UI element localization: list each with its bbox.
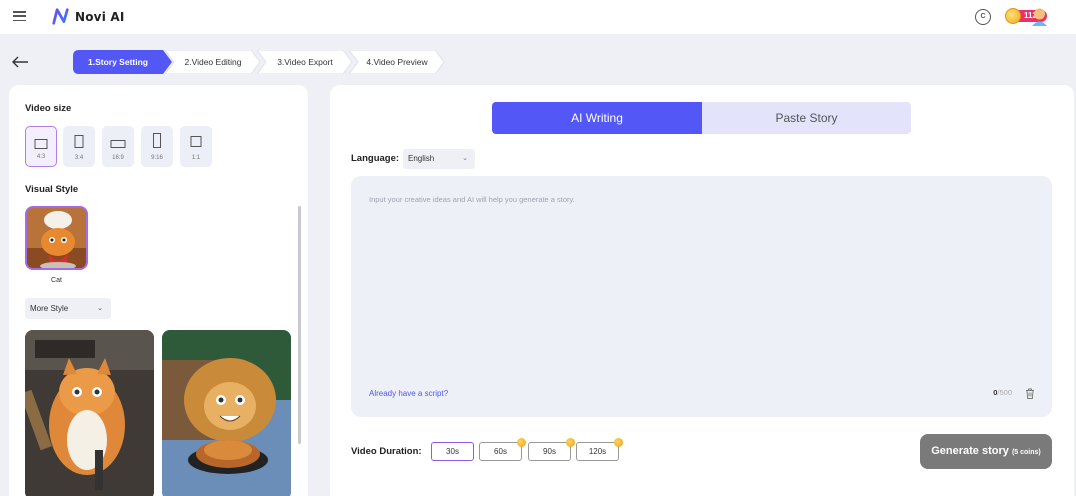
wide-ratio-icon bbox=[110, 140, 126, 148]
size-option-9-16[interactable]: 9:16 bbox=[141, 126, 173, 167]
back-arrow-icon[interactable] bbox=[11, 55, 29, 69]
duration-120s[interactable]: 120s bbox=[576, 438, 623, 461]
video-size-title: Video size bbox=[25, 103, 72, 114]
lion-grill-image bbox=[162, 330, 291, 496]
style-caption: Cat bbox=[51, 277, 62, 284]
novi-logo-icon bbox=[52, 8, 69, 25]
size-option-4-3[interactable]: 4:3 bbox=[25, 126, 57, 167]
char-count-max: /500 bbox=[997, 388, 1012, 397]
coin-medal-icon bbox=[1005, 8, 1021, 24]
duration-label: 90s bbox=[543, 447, 556, 456]
more-style-dropdown[interactable]: More Style ⌄ bbox=[25, 298, 111, 319]
step-video-export[interactable]: 3.Video Export bbox=[265, 50, 345, 74]
duration-60s[interactable]: 60s bbox=[479, 438, 526, 461]
duration-30s[interactable]: 30s bbox=[431, 442, 474, 461]
generate-story-button[interactable]: Generate story (5 coins) bbox=[920, 434, 1052, 469]
style-preview-lion-grill[interactable] bbox=[162, 330, 291, 496]
hamburger-menu-icon[interactable] bbox=[13, 11, 26, 22]
size-option-1-1[interactable]: 1:1 bbox=[180, 126, 212, 167]
coin-icon bbox=[566, 438, 575, 447]
size-option-16-9[interactable]: 16:9 bbox=[102, 126, 134, 167]
credits-icon[interactable]: C bbox=[975, 9, 991, 25]
language-select[interactable]: English ⌄ bbox=[403, 149, 475, 169]
size-label: 1:1 bbox=[191, 155, 201, 161]
story-placeholder: Input your creative ideas and AI will he… bbox=[369, 195, 575, 204]
generate-label: Generate story bbox=[931, 445, 1009, 457]
app-name: Novi AI bbox=[75, 9, 125, 24]
left-panel-scrollbar[interactable] bbox=[298, 206, 301, 444]
visual-style-title: Visual Style bbox=[25, 184, 79, 195]
avatar[interactable] bbox=[1031, 7, 1048, 26]
app-logo[interactable]: Novi AI bbox=[52, 8, 125, 25]
step-story-setting[interactable]: 1.Story Setting bbox=[73, 50, 163, 74]
duration-90s[interactable]: 90s bbox=[528, 438, 575, 461]
cat-cooking-image bbox=[25, 330, 154, 496]
story-input[interactable]: Input your creative ideas and AI will he… bbox=[351, 176, 1052, 417]
char-counter: 0/500 bbox=[993, 388, 1012, 397]
size-label: 3:4 bbox=[74, 155, 84, 161]
tall-ratio-icon bbox=[153, 133, 161, 148]
size-label: 16:9 bbox=[112, 155, 124, 161]
square-ratio-icon bbox=[190, 136, 202, 147]
duration-label: 120s bbox=[588, 447, 607, 456]
size-label: 9:16 bbox=[151, 155, 163, 161]
portrait-ratio-icon bbox=[74, 135, 84, 148]
chevron-down-icon: ⌄ bbox=[462, 155, 468, 162]
style-thumbnail-cat[interactable] bbox=[25, 206, 88, 270]
tab-paste-story[interactable]: Paste Story bbox=[702, 102, 911, 134]
duration-label: 30s bbox=[446, 447, 459, 456]
style-preview-cat-kitchen[interactable] bbox=[25, 330, 154, 496]
size-option-3-4[interactable]: 3:4 bbox=[63, 126, 95, 167]
video-duration-label: Video Duration: bbox=[351, 446, 422, 457]
top-bar: Novi AI C 1124 bbox=[0, 0, 1076, 34]
step-video-preview[interactable]: 4.Video Preview bbox=[357, 50, 437, 74]
chevron-down-icon: ⌄ bbox=[97, 305, 103, 312]
coin-icon bbox=[614, 438, 623, 447]
language-value: English bbox=[408, 154, 435, 163]
duration-label: 60s bbox=[494, 447, 507, 456]
coin-icon bbox=[517, 438, 526, 447]
trash-icon[interactable] bbox=[1025, 388, 1035, 399]
more-style-label: More Style bbox=[30, 304, 69, 313]
cat-chef-image bbox=[27, 208, 86, 268]
already-have-script-link[interactable]: Already have a script? bbox=[369, 389, 448, 398]
size-label: 4:3 bbox=[36, 154, 46, 160]
step-video-editing[interactable]: 2.Video Editing bbox=[173, 50, 253, 74]
language-label: Language: bbox=[351, 153, 400, 164]
generate-cost: (5 coins) bbox=[1011, 449, 1041, 456]
landscape-ratio-icon bbox=[34, 139, 48, 149]
tab-ai-writing[interactable]: AI Writing bbox=[492, 102, 702, 134]
